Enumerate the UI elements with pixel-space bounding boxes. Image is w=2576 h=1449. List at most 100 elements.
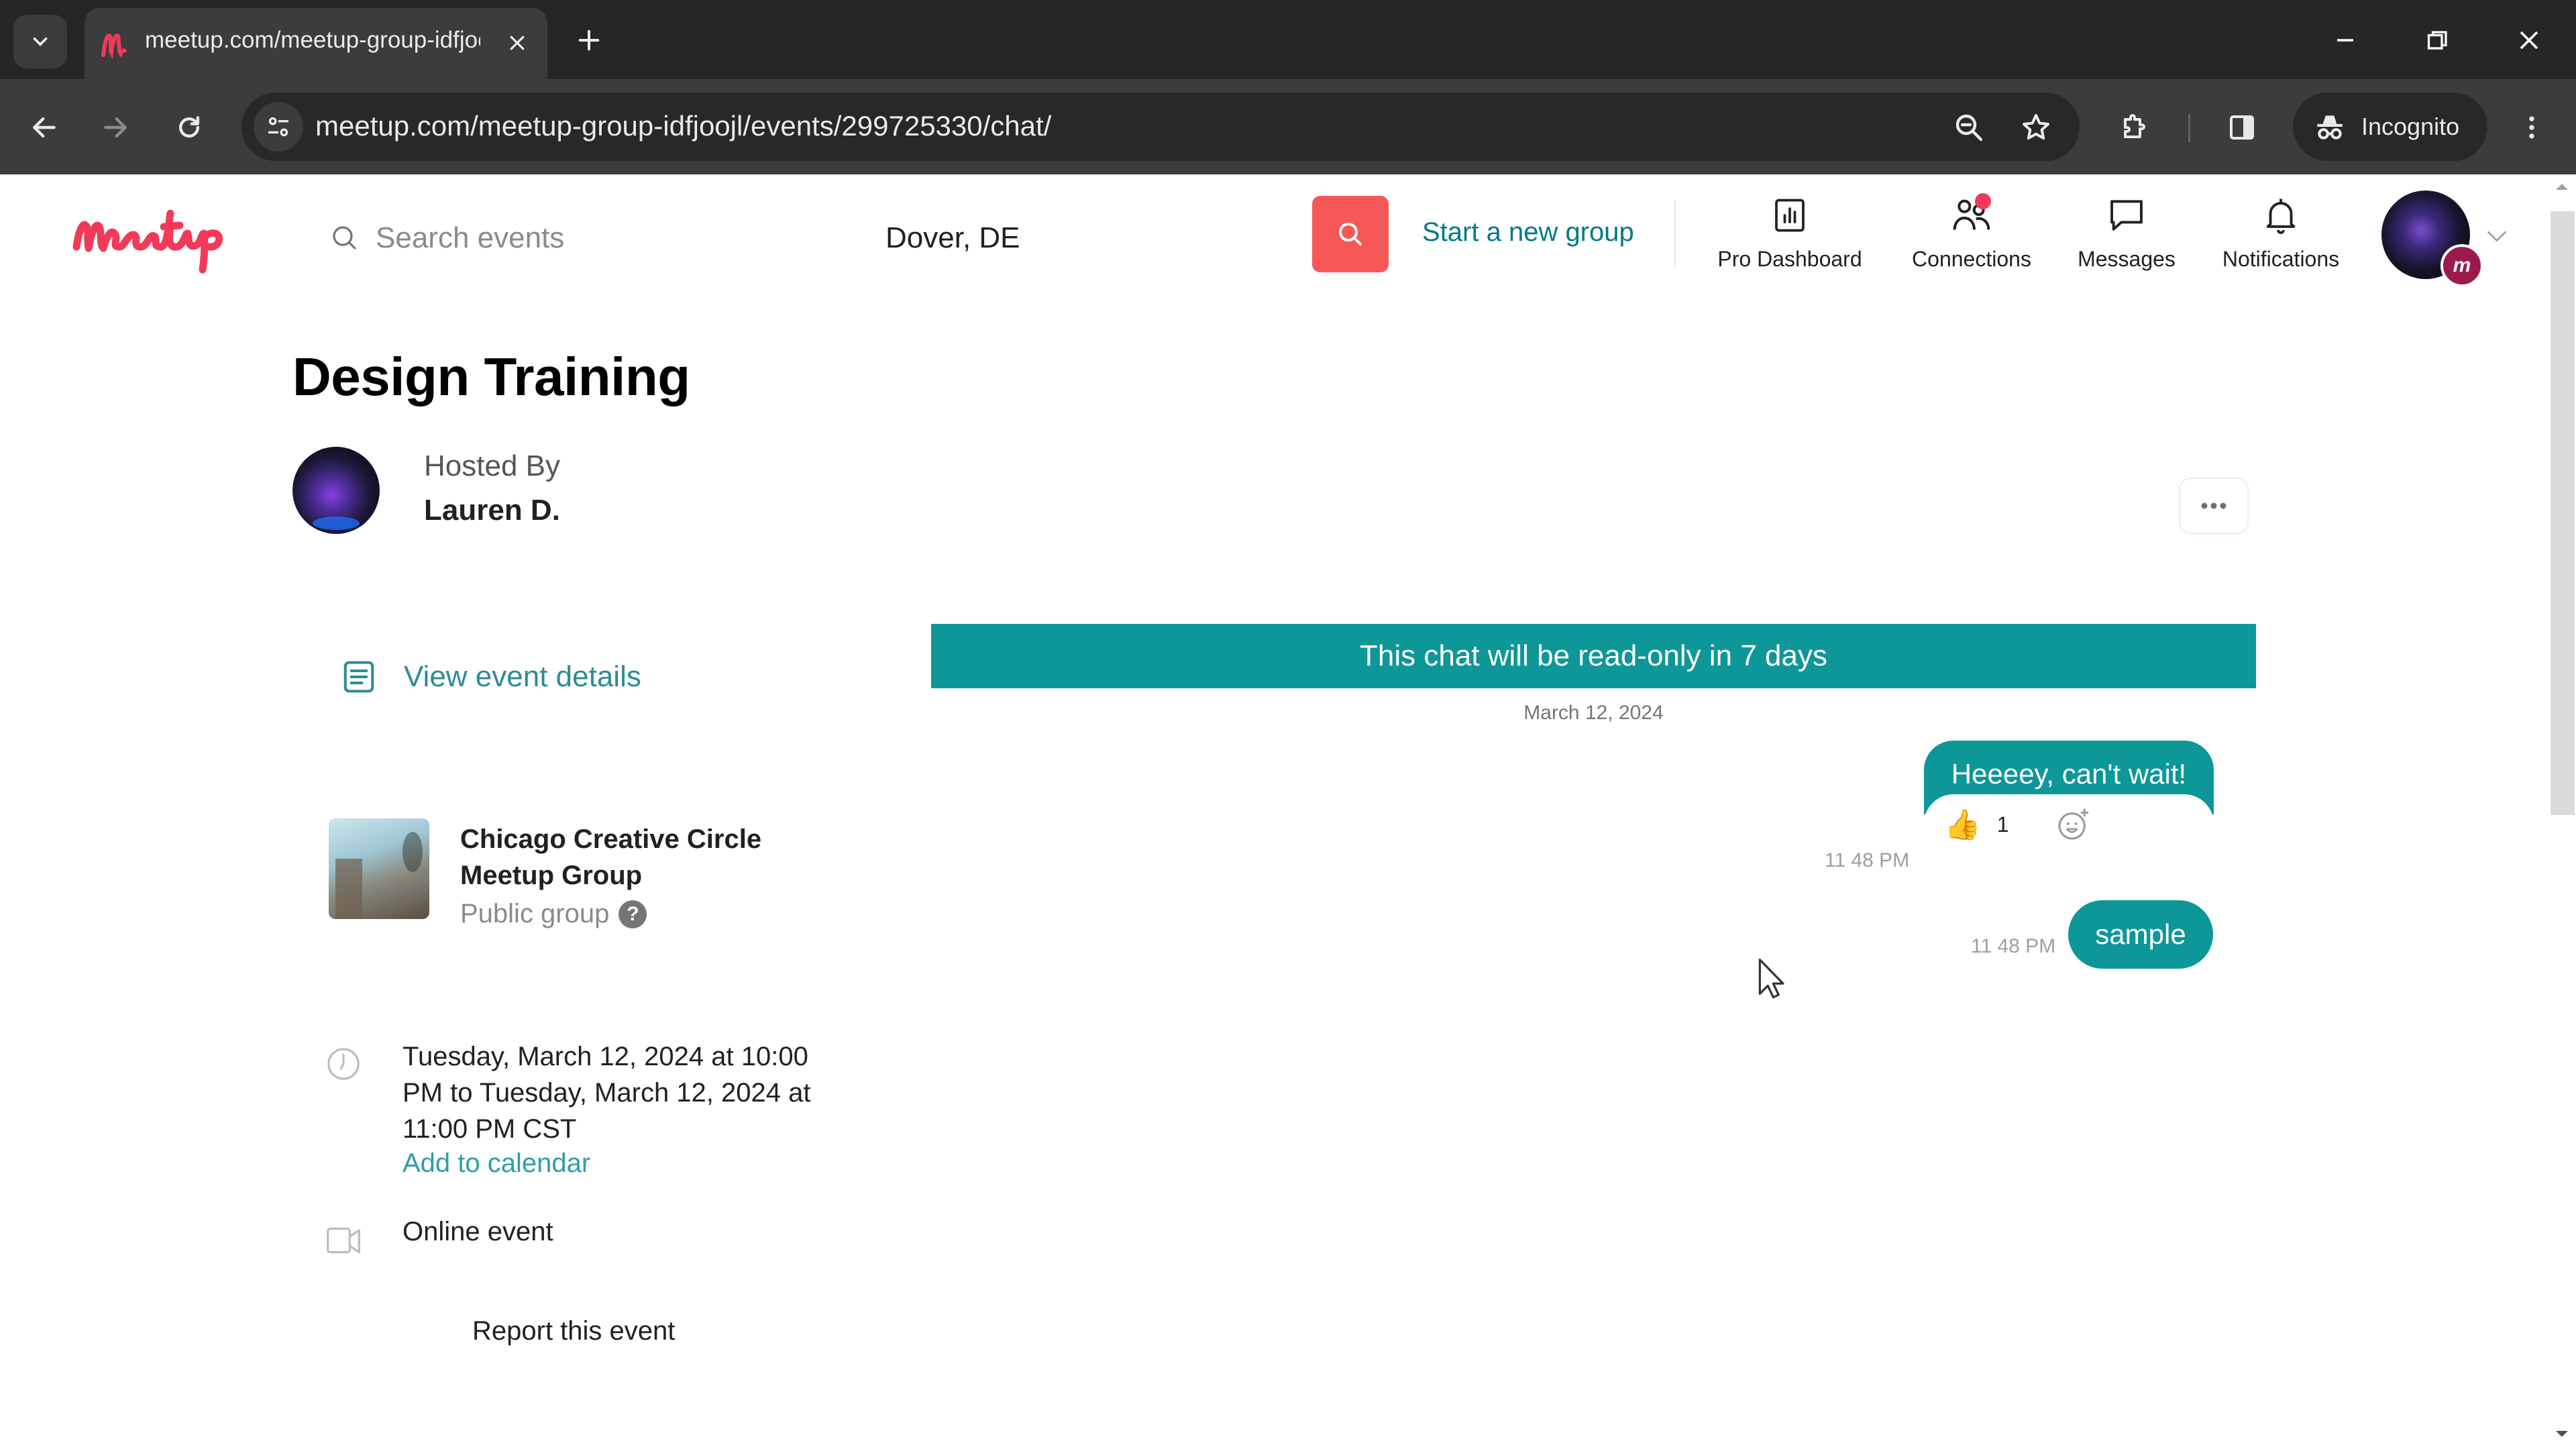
nav-connections[interactable]: Connections <box>1900 192 2043 279</box>
arrow-left-icon <box>33 117 56 138</box>
zoom-button[interactable] <box>1949 107 1989 148</box>
search-events-field[interactable] <box>329 208 852 268</box>
chat-bubble-icon <box>2110 200 2143 231</box>
message-text: Heeeey, can't wait! <box>1951 758 2187 790</box>
back-button[interactable] <box>17 101 71 154</box>
extensions-button[interactable] <box>2108 101 2161 154</box>
view-event-details-link[interactable]: View event details <box>341 659 641 695</box>
scroll-up-button[interactable] <box>2552 178 2572 195</box>
incognito-indicator[interactable]: Incognito <box>2293 93 2487 161</box>
triangle-down-icon <box>2556 1431 2568 1437</box>
url-text[interactable]: meetup.com/meetup-group-idfjoojl/events/… <box>315 110 1051 142</box>
start-new-group-link[interactable]: Start a new group <box>1422 217 1634 248</box>
notification-dot <box>1975 193 1991 209</box>
reload-button[interactable] <box>162 101 216 154</box>
forward-button[interactable] <box>89 101 142 154</box>
browser-tab-active[interactable]: meetup.com/meetup-group-idfjoojl/events/… <box>85 8 547 79</box>
browser-menu-button[interactable] <box>2505 101 2559 154</box>
tab-title: meetup.com/meetup-group-idfjoojl/events/… <box>145 27 480 53</box>
message-timestamp: 11 48 PM <box>1971 935 2056 957</box>
search-events-input[interactable] <box>376 221 778 255</box>
search-icon <box>333 226 356 250</box>
meetup-page: Start a new group Pro Dashboard Connecti… <box>0 174 2544 1449</box>
reaction-count: 1 <box>1996 812 2009 837</box>
tab-list-button[interactable] <box>13 15 67 68</box>
nav-label: Notifications <box>2222 247 2340 271</box>
chevron-down-icon <box>2487 231 2507 242</box>
thumbs-up-reaction[interactable]: 👍 <box>1944 807 1981 842</box>
close-icon <box>2520 31 2538 50</box>
mouse-cursor-icon <box>1758 959 1784 999</box>
star-icon <box>2023 114 2049 140</box>
chevron-down-icon <box>33 37 48 46</box>
nav-label: Messages <box>2078 247 2176 271</box>
message-reactions: 👍 1 <box>1924 794 2214 855</box>
zoom-out-icon <box>1955 114 1983 142</box>
group-card[interactable]: Chicago Creative Circle Meetup Group Pub… <box>329 818 865 953</box>
search-icon <box>1339 223 1362 246</box>
restore-button[interactable] <box>2404 13 2471 67</box>
header-divider <box>1674 200 1676 267</box>
group-name[interactable]: Chicago Creative Circle Meetup Group <box>460 821 836 894</box>
help-icon[interactable]: ? <box>619 900 647 928</box>
nav-messages[interactable]: Messages <box>2068 192 2186 279</box>
online-event-label: Online event <box>402 1217 553 1246</box>
arrow-right-icon <box>104 117 127 138</box>
nav-label: Pro Dashboard <box>1717 247 1862 271</box>
minimize-button[interactable] <box>2312 13 2379 67</box>
close-window-button[interactable] <box>2496 13 2563 67</box>
tab-close-button[interactable] <box>497 23 537 63</box>
message-timestamp: 11 48 PM <box>1825 849 1910 871</box>
message-text: sample <box>2095 918 2186 950</box>
nav-notifications[interactable]: Notifications <box>2211 192 2351 279</box>
browser-toolbar: meetup.com/meetup-group-idfjoojl/events/… <box>0 79 2576 174</box>
document-icon <box>343 661 374 693</box>
reload-icon <box>178 116 200 138</box>
bell-icon <box>2266 199 2296 234</box>
tune-icon <box>268 117 288 137</box>
add-to-calendar-link[interactable]: Add to calendar <box>402 1148 590 1179</box>
video-camera-icon <box>327 1228 360 1254</box>
location-input[interactable] <box>885 221 1288 255</box>
page-scrollbar[interactable] <box>2544 174 2576 1449</box>
host-name[interactable]: Lauren D. <box>424 494 560 527</box>
bookmark-button[interactable] <box>2016 107 2056 148</box>
restore-icon <box>2427 31 2447 50</box>
side-panel-button[interactable] <box>2215 101 2269 154</box>
address-bar[interactable]: meetup.com/meetup-group-idfjoojl/events/… <box>241 93 2080 161</box>
chat-date-divider: March 12, 2024 <box>1523 702 1664 724</box>
view-event-details-label: View event details <box>404 660 641 693</box>
host-avatar[interactable] <box>292 447 380 534</box>
meetup-favicon <box>101 34 127 60</box>
user-avatar[interactable]: m <box>2381 191 2483 287</box>
more-options-button[interactable] <box>2179 478 2249 534</box>
site-info-button[interactable] <box>254 102 303 152</box>
incognito-label: Incognito <box>2361 113 2460 140</box>
browser-tab-bar: meetup.com/meetup-group-idfjoojl/events/… <box>0 0 2576 79</box>
triangle-up-icon <box>2556 184 2568 190</box>
search-submit-button[interactable] <box>1312 196 1389 272</box>
event-title: Design Training <box>292 347 690 407</box>
more-horizontal-icon <box>2201 502 2226 509</box>
side-panel-icon <box>2230 115 2254 140</box>
bar-chart-icon <box>1775 199 1805 232</box>
chat-message[interactable]: Heeeey, can't wait! 👍 1 <box>1924 741 2214 855</box>
add-reaction-icon[interactable] <box>2055 806 2092 843</box>
hosted-by-label: Hosted By <box>424 449 560 482</box>
report-event-link[interactable]: Report this event <box>472 1316 675 1346</box>
scrollbar-thumb[interactable] <box>2551 211 2575 815</box>
new-tab-button[interactable] <box>569 20 609 60</box>
location-field[interactable] <box>885 208 1301 268</box>
nav-label: Connections <box>1912 247 2031 271</box>
incognito-icon <box>2317 115 2343 140</box>
read-only-banner: This chat will be read-only in 7 days <box>931 624 2256 688</box>
message-bubble[interactable]: sample <box>2068 900 2213 969</box>
scroll-down-button[interactable] <box>2552 1426 2572 1442</box>
user-menu-toggle[interactable] <box>2482 221 2512 251</box>
nav-pro-dashboard[interactable]: Pro Dashboard <box>1711 192 1869 279</box>
meetup-logo[interactable] <box>70 200 244 274</box>
puzzle-icon <box>2124 114 2145 138</box>
group-visibility: Public group ? <box>460 899 647 929</box>
group-visibility-label: Public group <box>460 899 610 928</box>
close-icon <box>510 36 525 50</box>
